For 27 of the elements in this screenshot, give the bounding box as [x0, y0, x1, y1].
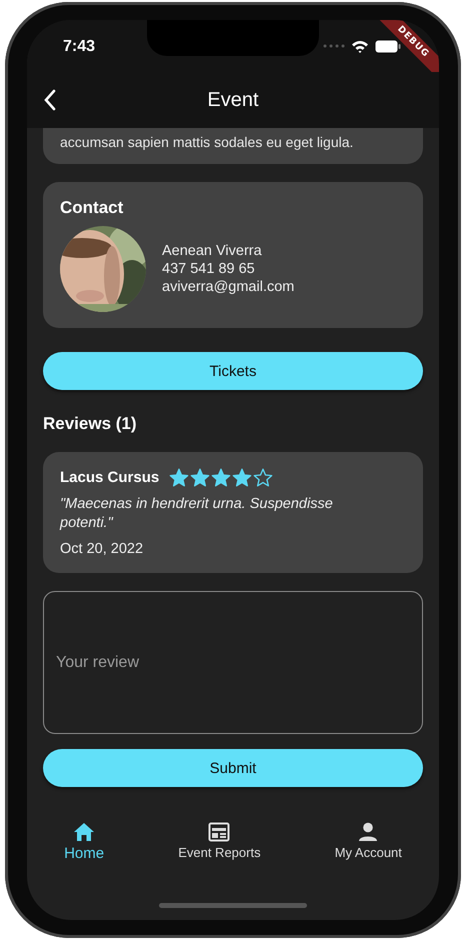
nav-tab[interactable]: Event Reports	[172, 822, 267, 860]
wifi-icon	[351, 40, 369, 52]
filled-star-icon	[169, 468, 190, 487]
contact-email: aviverra@gmail.com	[162, 278, 294, 296]
contact-heading: Contact	[60, 198, 124, 218]
submit-button[interactable]: Submit	[43, 749, 423, 787]
description-text: accumsan sapien mattis sodales eu eget ligula.	[60, 134, 354, 150]
newspaper-icon	[208, 822, 230, 842]
review-date: Oct 20, 2022	[60, 541, 144, 557]
filled-star-icon	[190, 468, 210, 487]
page-title: Event	[207, 88, 259, 112]
back-icon[interactable]	[43, 89, 57, 111]
contact-name: Aenean Viverra	[162, 242, 263, 260]
person-icon	[357, 822, 380, 842]
nav-tab[interactable]: Home	[58, 822, 110, 862]
filled-star-icon	[211, 468, 232, 487]
tickets-button[interactable]: Tickets	[43, 352, 423, 390]
nav-tab[interactable]: My Account	[328, 822, 408, 860]
signal-icon	[323, 44, 345, 48]
contact-phone: 437 541 89 65	[162, 260, 256, 278]
home-icon	[73, 822, 96, 842]
filled-star-icon	[232, 468, 252, 487]
review-input-field[interactable]: Your review	[43, 591, 423, 734]
status-time: 7:43	[63, 38, 96, 56]
reviews-heading: Reviews (1)	[43, 414, 138, 434]
review-text: "Maecenas in hendrerit urna. Suspendisse potenti."	[60, 495, 334, 533]
review-author: Lacus Cursus	[60, 469, 160, 486]
